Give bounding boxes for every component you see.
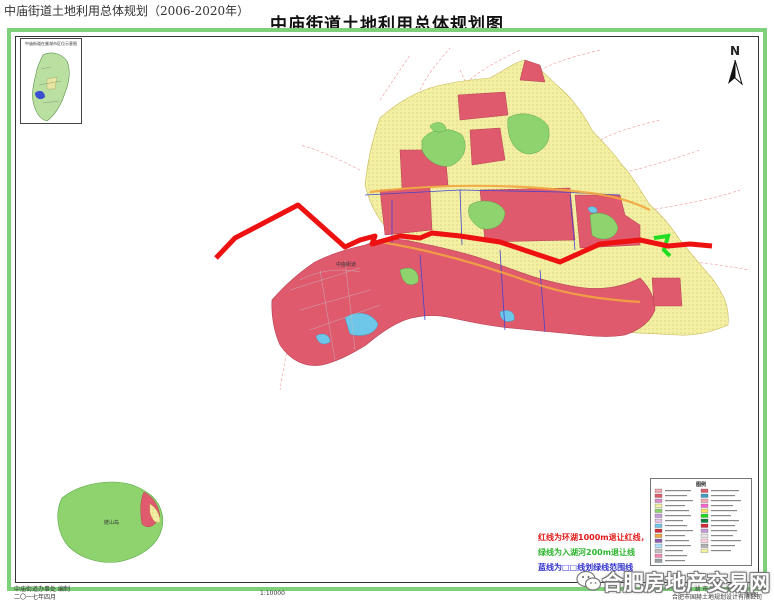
footer-compiler-line1: 中庙街道办事处 编制 <box>14 586 70 593</box>
legend: 图例 <box>650 478 752 566</box>
map-scale: 1:10000 <box>260 590 285 597</box>
watermark-text: 合肥房地产交易网 <box>602 571 770 595</box>
north-arrow-icon <box>728 60 743 86</box>
island-label: 姥山岛 <box>104 520 120 526</box>
footer-compiler-line2: 二〇一七年四月 <box>14 594 57 601</box>
wechat-icon <box>576 570 602 591</box>
footer-compiler: 中庙街道办事处 编制 二〇一七年四月 <box>14 586 70 602</box>
note-red-line: 红线为环湖1000m退让红线， <box>538 533 649 542</box>
watermark: 合肥房地产交易网 <box>572 562 770 602</box>
north-label: N <box>730 44 741 58</box>
urban-block-north-4 <box>379 187 433 236</box>
town-label: 中庙街道 <box>336 262 357 268</box>
inset-location-map: 中庙街道在巢湖市区位示意图 <box>20 38 82 124</box>
urban-block-north-6 <box>469 127 506 166</box>
inset-outline <box>32 52 70 122</box>
urban-block-east-2 <box>651 277 683 307</box>
legend-swatches <box>654 488 741 563</box>
note-green-line: 绿线为入湖河200m退让线 <box>538 548 636 557</box>
urban-block-north-2 <box>457 91 509 121</box>
